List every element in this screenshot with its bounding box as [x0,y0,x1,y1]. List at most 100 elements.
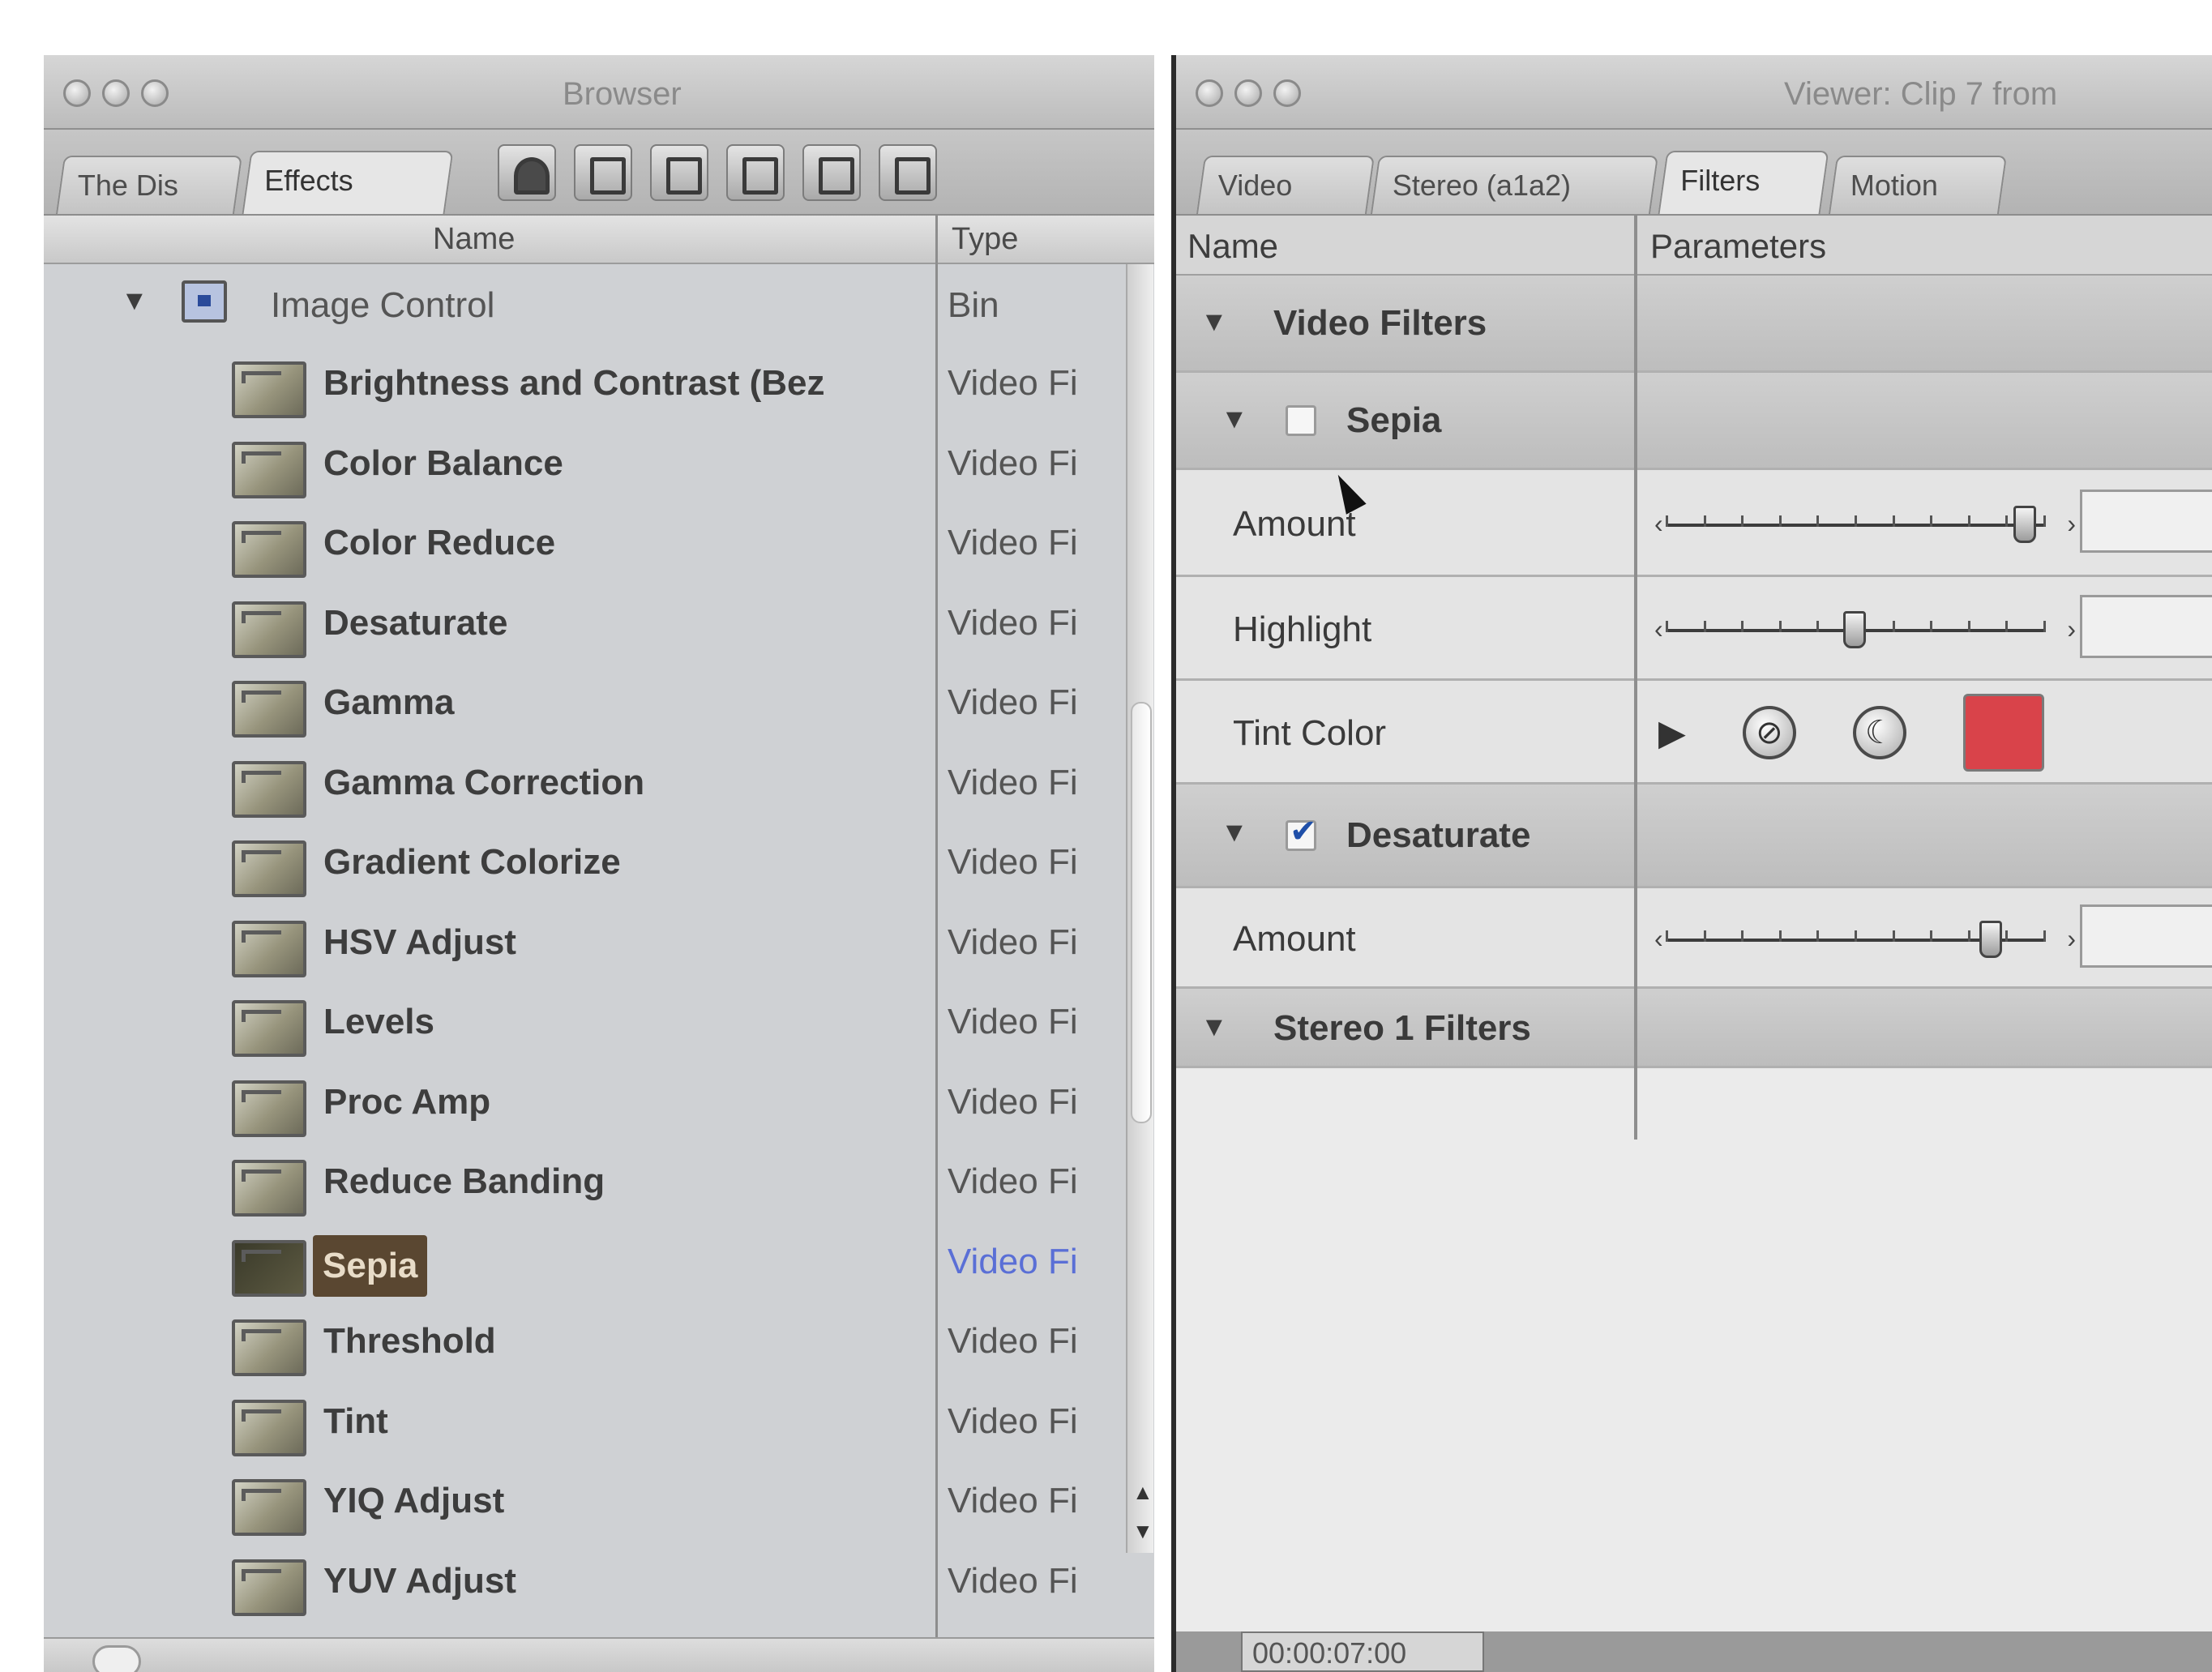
video-filter-icon [232,920,306,977]
slider-increment-icon[interactable]: › [2067,924,2076,954]
window-controls [63,79,169,107]
eyedropper-icon[interactable]: ⊘ [1742,706,1796,759]
effect-row[interactable]: YIQ Adjust Video Fi [44,1460,1154,1537]
slider-knob[interactable] [2013,506,2036,543]
scroll-down-arrow-icon[interactable]: ▼ [1132,1519,1153,1544]
tab-effects[interactable]: Effects [242,151,454,214]
video-filter-icon [232,760,306,818]
column-type[interactable]: Type [952,222,1018,257]
expand-arrow-icon[interactable]: ▶ [1658,712,1686,754]
vertical-scrollbar[interactable]: ▲ ▼ [1126,264,1153,1553]
slider-decrement-icon[interactable]: ‹ [1654,614,1663,644]
video-filter-icon [232,601,306,658]
slider-tick [1741,515,1744,527]
medium-icons-view-icon[interactable] [726,144,785,201]
slider-decrement-icon[interactable]: ‹ [1654,509,1663,539]
effect-name: YUV Adjust [323,1560,516,1601]
effect-row[interactable]: Reduce Banding Video Fi [44,1140,1154,1218]
column-name[interactable]: Name [433,222,515,257]
hand-tool-icon[interactable] [498,144,556,201]
slider-tick [1816,621,1820,632]
desaturate-amount-slider[interactable]: ‹ › [1654,916,2076,964]
effect-name: Brightness and Contrast (Bez [323,363,825,403]
disclosure-triangle-icon[interactable]: ▼ [121,285,148,317]
sepia-enable-checkbox[interactable] [1286,405,1316,436]
disclosure-triangle-icon[interactable]: ▼ [1221,817,1248,849]
viewer-window: Viewer: Clip 7 from Video Stereo (a1a2) … [1171,55,2212,1672]
tab-motion[interactable]: Motion [1828,156,2008,214]
effect-name: Threshold [323,1321,496,1361]
column-parameters[interactable]: Parameters [1650,227,1826,266]
effect-name: YIQ Adjust [323,1481,505,1520]
slider-increment-icon[interactable]: › [2067,509,2076,539]
zoom-button[interactable] [141,79,169,107]
scrollbar-thumb[interactable] [1131,702,1152,1123]
desaturate-amount-value-field[interactable] [2080,904,2212,968]
minimize-button[interactable] [1234,79,1262,107]
tint-color-label: Tint Color [1233,713,1387,753]
disclosure-triangle-icon[interactable]: ▼ [1200,1011,1228,1043]
window-controls [1196,79,1301,107]
effect-row[interactable]: HSV Adjust Video Fi [44,901,1154,979]
disclosure-triangle-icon[interactable]: ▼ [1221,404,1248,435]
sepia-amount-label: Amount [1233,504,1356,544]
slider-tick [1778,930,1782,942]
effect-row[interactable]: Color Balance Video Fi [44,422,1154,500]
close-button[interactable] [63,79,91,107]
minimize-button[interactable] [102,79,130,107]
effect-row[interactable]: Desaturate Video Fi [44,582,1154,660]
desaturate-filter-row[interactable]: ▼ Desaturate [1176,785,2212,888]
effect-name: Gradient Colorize [323,842,621,882]
list-view-icon[interactable] [574,144,632,201]
slider-decrement-icon[interactable]: ‹ [1654,924,1663,954]
slider-tick [2043,515,2046,527]
name-parameters-divider[interactable] [1634,216,1637,1140]
large-icons-view-icon[interactable] [802,144,861,201]
column-name[interactable]: Name [1187,227,1278,266]
tab-filters[interactable]: Filters [1658,151,1829,214]
sepia-amount-value-field[interactable] [2080,490,2212,553]
sepia-filter-row[interactable]: ▼ Sepia [1176,373,2212,470]
resize-control[interactable] [92,1645,141,1672]
slider-knob[interactable] [1843,611,1866,648]
tab-the-dis[interactable]: The Dis [55,156,243,214]
zoom-button[interactable] [1273,79,1301,107]
effect-row[interactable]: Brightness and Contrast (Bez Video Fi [44,342,1154,420]
scroll-up-arrow-icon[interactable]: ▲ [1132,1480,1153,1505]
slider-knob[interactable] [1979,921,2002,958]
slider-tick [1930,515,1933,527]
video-filters-group[interactable]: ▼ Video Filters [1176,276,2212,373]
tab-stereo[interactable]: Stereo (a1a2) [1370,156,1659,214]
sepia-highlight-slider[interactable]: ‹ › [1654,606,2076,655]
sepia-highlight-label: Highlight [1233,609,1372,649]
stereo-filters-group[interactable]: ▼ Stereo 1 Filters [1176,989,2212,1068]
effect-row[interactable]: Gamma Video Fi [44,661,1154,739]
bin-row-image-control[interactable]: ▼ Image Control Bin [44,264,1154,342]
effect-row[interactable]: Gradient Colorize Video Fi [44,821,1154,899]
sepia-highlight-value-field[interactable] [2080,595,2212,658]
slider-increment-icon[interactable]: › [2067,614,2076,644]
effect-row[interactable]: Levels Video Fi [44,981,1154,1058]
small-icons-view-icon[interactable] [650,144,708,201]
effect-row[interactable]: Tint Video Fi [44,1380,1154,1458]
desaturate-enable-checkbox[interactable] [1286,813,1317,851]
tab-video[interactable]: Video [1196,156,1376,214]
browser-titlebar: Browser [44,55,1154,130]
disclosure-triangle-icon[interactable]: ▼ [1200,306,1228,338]
color-picker-icon[interactable]: ☾ [1852,706,1906,759]
effect-name: Levels [323,1002,434,1041]
close-button[interactable] [1196,79,1223,107]
slider-tick [1778,515,1782,527]
extra-large-icons-view-icon[interactable] [879,144,937,201]
effect-row[interactable]: Proc Amp Video Fi [44,1061,1154,1139]
sepia-amount-slider[interactable]: ‹ › [1654,501,2076,549]
effect-row[interactable]: YUV Adjust Video Fi [44,1540,1154,1618]
effect-row[interactable]: Gamma Correction Video Fi [44,742,1154,819]
effect-row[interactable]: Threshold Video Fi [44,1300,1154,1378]
timecode-field[interactable]: 00:00:07:00 [1241,1631,1484,1672]
tint-color-swatch[interactable] [1962,694,2044,772]
effect-row[interactable]: Color Reduce Video Fi [44,502,1154,579]
effect-row[interactable]: Sepia Video Fi [44,1221,1154,1298]
desaturate-amount-row: Amount ‹ › [1176,888,2212,989]
slider-tick [1703,930,1706,942]
